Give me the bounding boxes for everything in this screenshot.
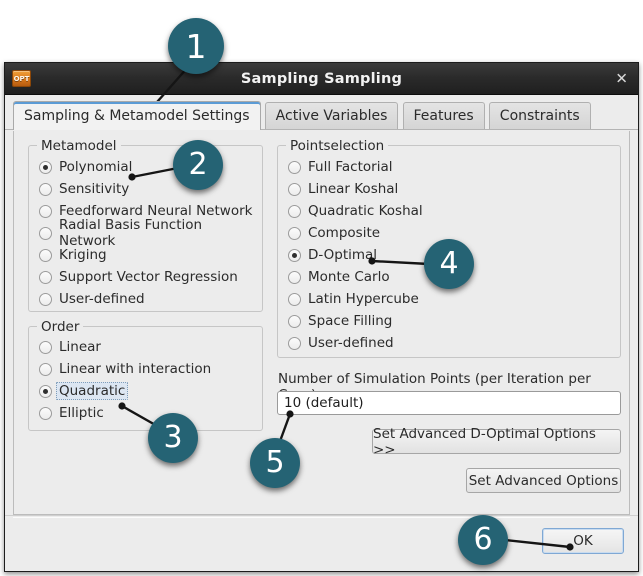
- tab-active-variables[interactable]: Active Variables: [264, 102, 399, 130]
- sampling-dialog-window: OPT Sampling Sampling ✕ Sampling & Metam…: [4, 62, 639, 572]
- radio-icon: [39, 362, 52, 376]
- radio-label: User-defined: [59, 291, 145, 307]
- radio-label: Linear with interaction: [59, 361, 212, 377]
- radio-label: Kriging: [59, 247, 107, 263]
- tab-strip: Sampling & Metamodel Settings Active Var…: [5, 101, 638, 130]
- radio-icon: [39, 204, 52, 218]
- radio-icon: [39, 384, 52, 398]
- radio-label: User-defined: [308, 335, 394, 351]
- radio-label: Monte Carlo: [308, 269, 390, 285]
- radio-label: Latin Hypercube: [308, 291, 419, 307]
- radio-label: Linear: [59, 339, 101, 355]
- simulation-points-value: 10 (default): [284, 395, 364, 411]
- radio-label: Support Vector Regression: [59, 269, 238, 285]
- radio-icon: [39, 226, 52, 240]
- pointselection-legend: Pointselection: [286, 138, 389, 154]
- radio-metamodel-support-vector-regression[interactable]: Support Vector Regression: [29, 266, 262, 288]
- radio-point-quadratic-koshal[interactable]: Quadratic Koshal: [278, 200, 620, 222]
- simulation-points-input[interactable]: 10 (default): [277, 391, 621, 415]
- app-icon: OPT: [12, 70, 31, 87]
- radio-icon: [288, 292, 301, 306]
- radio-label: Space Filling: [308, 313, 393, 329]
- radio-icon: [288, 160, 301, 174]
- radio-order-linear[interactable]: Linear: [29, 336, 262, 358]
- metamodel-legend: Metamodel: [37, 138, 121, 154]
- tab-constraints[interactable]: Constraints: [488, 102, 591, 130]
- radio-icon: [288, 204, 301, 218]
- radio-metamodel-polynomial[interactable]: Polynomial: [29, 156, 262, 178]
- radio-icon: [39, 270, 52, 284]
- radio-label: Linear Koshal: [308, 181, 399, 197]
- radio-label: Sensitivity: [59, 181, 130, 197]
- radio-metamodel-sensitivity[interactable]: Sensitivity: [29, 178, 262, 200]
- radio-metamodel-user-defined[interactable]: User-defined: [29, 288, 262, 310]
- radio-icon: [39, 160, 52, 174]
- window-title: Sampling Sampling: [240, 70, 403, 87]
- radio-order-linear-with-interaction[interactable]: Linear with interaction: [29, 358, 262, 380]
- radio-order-elliptic[interactable]: Elliptic: [29, 402, 262, 424]
- tab-sampling-metamodel-settings[interactable]: Sampling & Metamodel Settings: [13, 101, 261, 130]
- radio-label: D-Optimal: [308, 247, 378, 263]
- radio-order-quadratic[interactable]: Quadratic: [29, 380, 262, 402]
- radio-label: Quadratic: [56, 382, 129, 400]
- radio-icon: [288, 182, 301, 196]
- radio-metamodel-radial-basis-function-network[interactable]: Radial Basis Function Network: [29, 217, 262, 249]
- order-legend: Order: [37, 319, 84, 335]
- radio-point-linear-koshal[interactable]: Linear Koshal: [278, 178, 620, 200]
- radio-icon: [39, 406, 52, 420]
- radio-label: Polynomial: [59, 159, 133, 175]
- dialog-button-bar: OK: [5, 515, 638, 571]
- radio-icon: [288, 314, 301, 328]
- radio-icon: [288, 270, 301, 284]
- order-groupbox: Order Linear Linear with interaction Qua…: [28, 319, 263, 431]
- radio-icon: [39, 340, 52, 354]
- radio-label: Full Factorial: [308, 159, 393, 175]
- tab-features[interactable]: Features: [402, 102, 485, 130]
- radio-point-user-defined[interactable]: User-defined: [278, 332, 620, 354]
- screenshot-root: OPT Sampling Sampling ✕ Sampling & Metam…: [0, 0, 643, 576]
- radio-label: Elliptic: [59, 405, 104, 421]
- radio-label: Radial Basis Function Network: [59, 217, 203, 249]
- ok-button[interactable]: OK: [542, 528, 624, 554]
- radio-point-d-optimal[interactable]: D-Optimal: [278, 244, 620, 266]
- pointselection-groupbox: Pointselection Full Factorial Linear Kos…: [277, 138, 621, 358]
- window-titlebar: OPT Sampling Sampling ✕: [5, 63, 638, 95]
- radio-point-composite[interactable]: Composite: [278, 222, 620, 244]
- metamodel-groupbox: Metamodel Polynomial Sensitivity Feedfor…: [28, 138, 263, 312]
- radio-point-monte-carlo[interactable]: Monte Carlo: [278, 266, 620, 288]
- set-advanced-d-optimal-options-button[interactable]: Set Advanced D-Optimal Options >>: [372, 426, 621, 458]
- radio-point-latin-hypercube[interactable]: Latin Hypercube: [278, 288, 620, 310]
- radio-point-full-factorial[interactable]: Full Factorial: [278, 156, 620, 178]
- radio-icon: [288, 336, 301, 350]
- set-advanced-options-button[interactable]: Set Advanced Options: [466, 468, 621, 493]
- radio-label: Quadratic Koshal: [308, 203, 423, 219]
- ok-button-label: OK: [573, 533, 593, 549]
- radio-icon: [39, 182, 52, 196]
- radio-point-space-filling[interactable]: Space Filling: [278, 310, 620, 332]
- radio-label: Composite: [308, 225, 381, 241]
- radio-icon: [288, 248, 301, 262]
- radio-icon: [39, 248, 52, 262]
- radio-icon: [288, 226, 301, 240]
- radio-icon: [39, 292, 52, 306]
- tab-content-pane: Metamodel Polynomial Sensitivity Feedfor…: [13, 131, 630, 515]
- close-icon[interactable]: ✕: [615, 71, 628, 86]
